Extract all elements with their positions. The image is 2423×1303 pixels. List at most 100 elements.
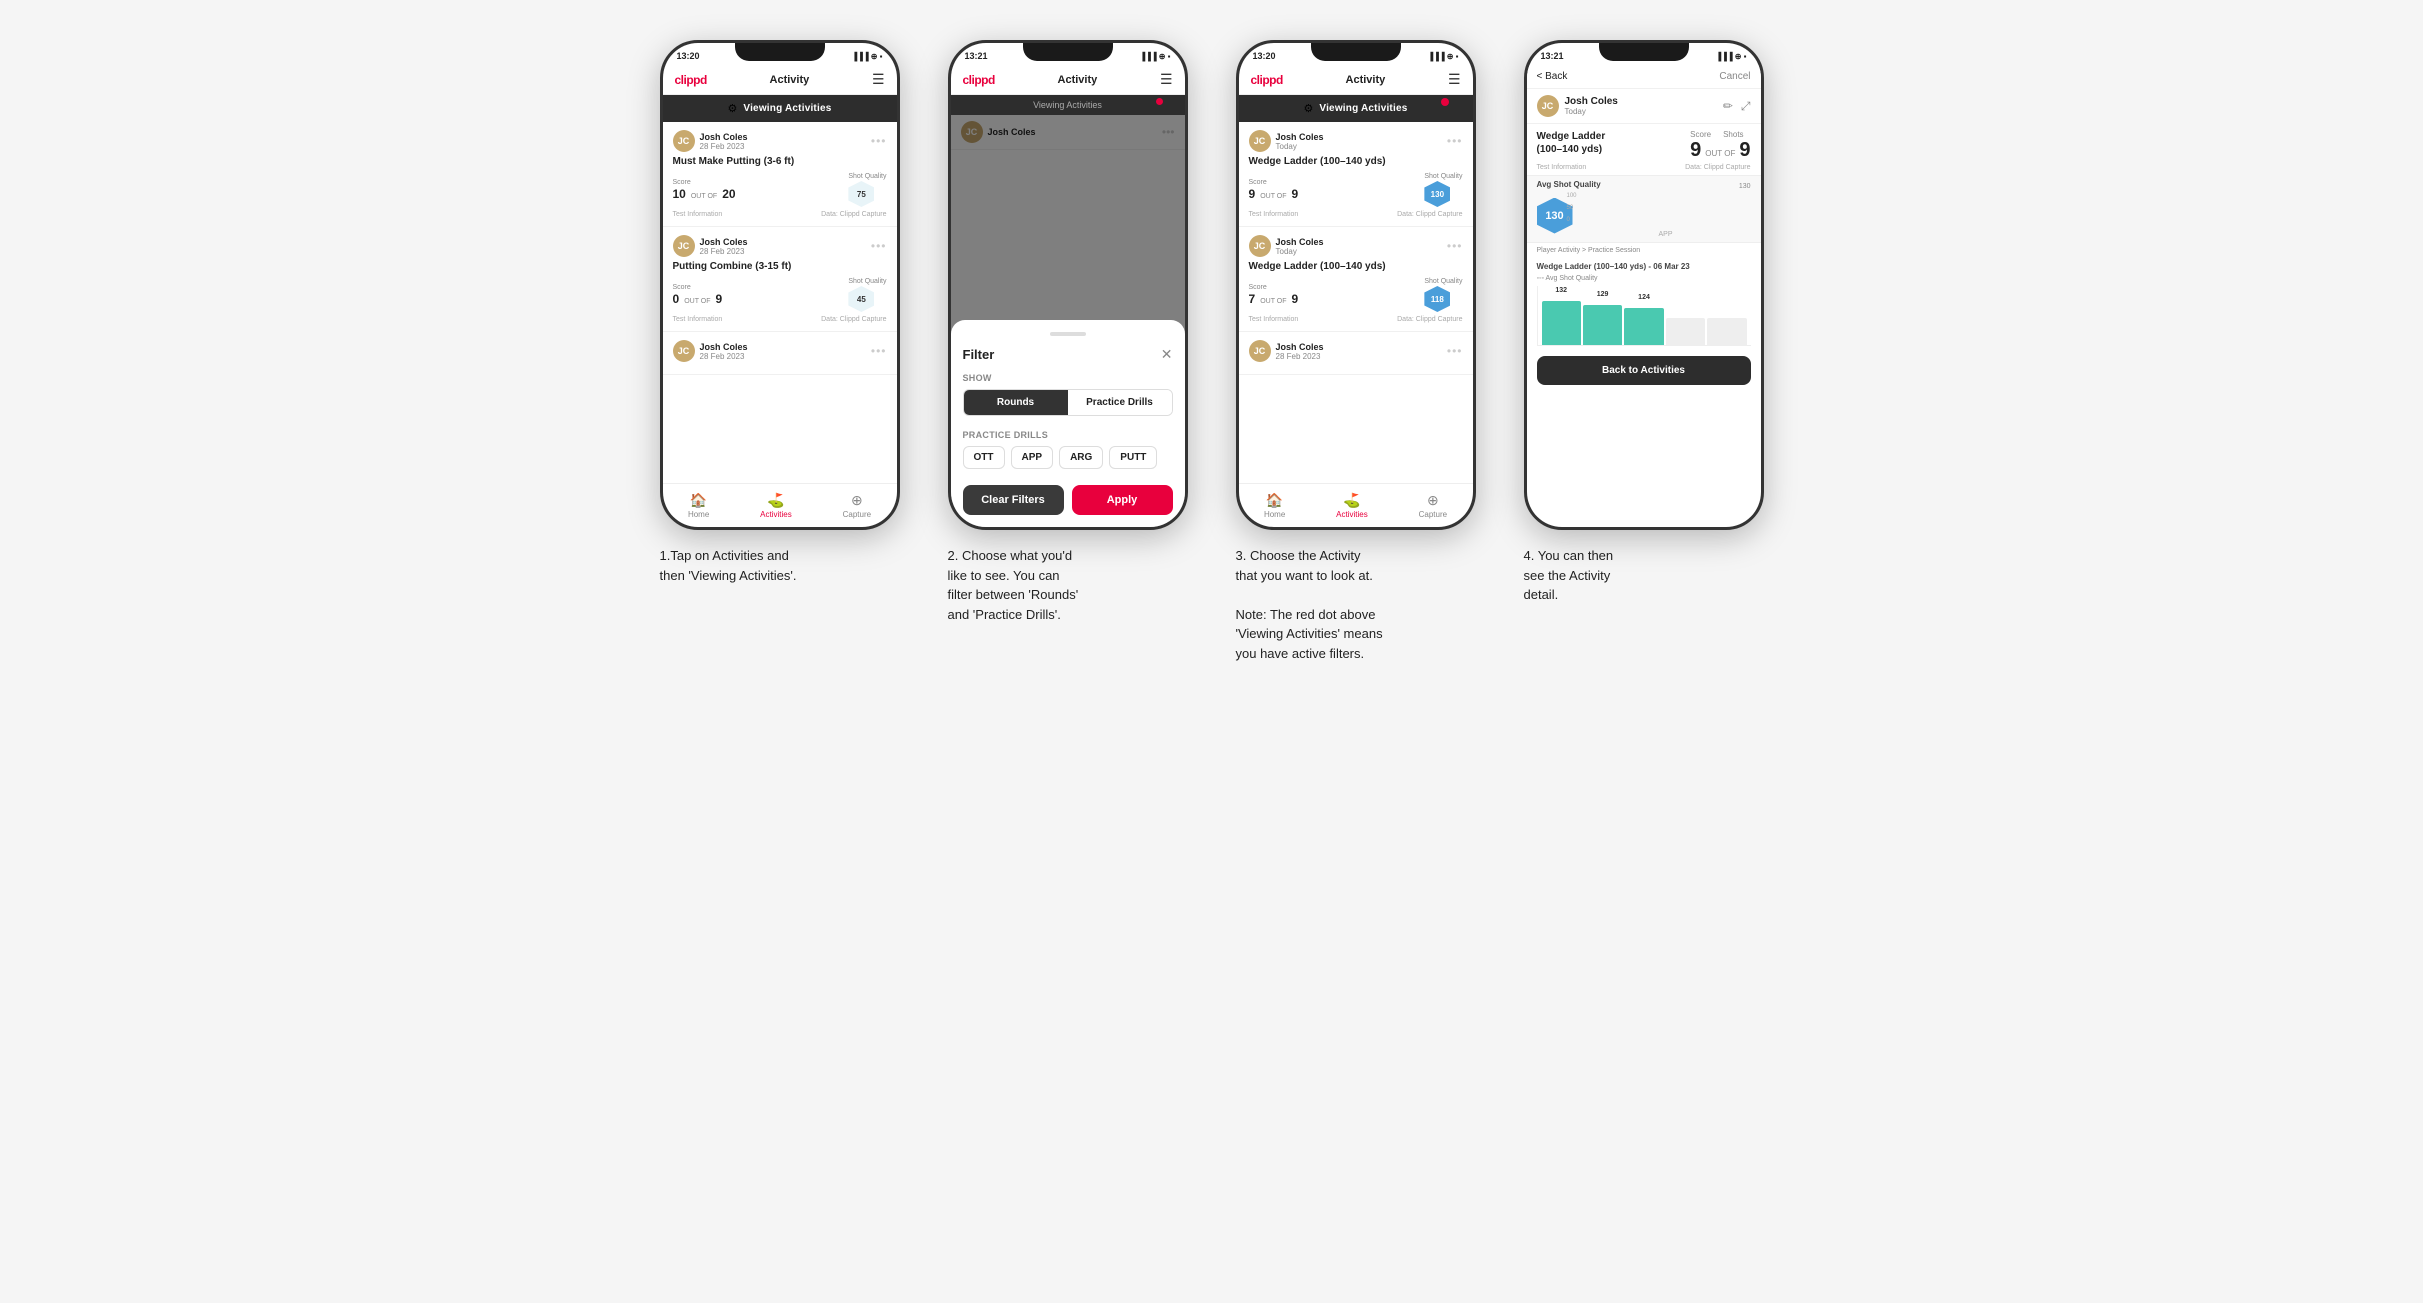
caption-3: 3. Choose the Activitythat you want to l… — [1236, 546, 1476, 663]
avatar-1-1: JC — [673, 130, 695, 152]
score-val-3-2: 7 — [1249, 292, 1256, 306]
detail-info-4: Test Information — [1537, 164, 1587, 171]
card-dots-1-3[interactable]: ••• — [871, 344, 887, 358]
folded-banner-2: Viewing Activities — [951, 95, 1185, 115]
expand-icon-4[interactable]: ⤢ — [1741, 99, 1751, 114]
chart-y-labels-4: 100500 — [1567, 193, 1577, 223]
detail-user-name-4: Josh Coles — [1565, 96, 1618, 107]
score-val-1-1: 10 — [673, 187, 686, 201]
bar-3-4: 124 — [1624, 308, 1663, 345]
folded-text-2: Viewing Activities — [1033, 100, 1102, 110]
toggle-drills-2[interactable]: Practice Drills — [1068, 390, 1172, 415]
filter-header-2: Filter ✕ — [963, 346, 1173, 363]
edit-icon-4[interactable]: ✏ — [1723, 99, 1733, 114]
card-1-1[interactable]: JC Josh Coles 28 Feb 2023 ••• Must Make … — [663, 122, 897, 227]
user-name-3-3: Josh Coles — [1276, 342, 1324, 352]
user-name-1-2: Josh Coles — [700, 237, 748, 247]
clear-filters-button-2[interactable]: Clear Filters — [963, 485, 1064, 515]
phone-col-3: 13:20 ▐▐▐ ⊕ ▪ clippd Activity ☰ ⚙ Viewin… — [1226, 40, 1486, 663]
bar-5-4 — [1707, 318, 1746, 346]
nav-home-3[interactable]: 🏠 Home — [1264, 492, 1285, 519]
status-time-1: 13:20 — [677, 51, 700, 61]
nav-home-1[interactable]: 🏠 Home — [688, 492, 709, 519]
detail-data-4: Data: Clippd Capture — [1685, 164, 1750, 171]
filter-sheet-2: Filter ✕ Show Rounds Practice Drills Pra… — [951, 320, 1185, 527]
card-header-3-1: JC Josh Coles Today ••• — [1249, 130, 1463, 152]
card-dots-1-2[interactable]: ••• — [871, 239, 887, 253]
nav-capture-3[interactable]: ⊕ Capture — [1419, 492, 1447, 519]
chip-arg-2[interactable]: ARG — [1059, 446, 1103, 469]
score-block-1-2: Score 0 OUT OF 9 — [673, 284, 723, 306]
card-info-3-1: Test Information — [1249, 211, 1299, 218]
card-3-3[interactable]: JC Josh Coles 28 Feb 2023 ••• — [1239, 332, 1473, 375]
filter-handle-2 — [1050, 332, 1086, 336]
menu-icon-3[interactable]: ☰ — [1448, 71, 1461, 88]
card-title-1-1: Must Make Putting (3-6 ft) — [673, 156, 887, 167]
phone-notch-1 — [735, 43, 825, 61]
capture-icon-3: ⊕ — [1427, 492, 1439, 509]
activities-icon-1: ⛳ — [767, 492, 784, 509]
nav-capture-1[interactable]: ⊕ Capture — [843, 492, 871, 519]
detail-score-row-4: 9 OUT OF 9 — [1690, 139, 1750, 162]
card-user-3-1: JC Josh Coles Today — [1249, 130, 1324, 152]
quality-badge-1-2: 45 — [848, 286, 874, 312]
card-1-2[interactable]: JC Josh Coles 28 Feb 2023 ••• Putting Co… — [663, 227, 897, 332]
quality-label-1-2: Shot Quality — [848, 278, 886, 285]
app-nav-1: clippd Activity ☰ — [663, 65, 897, 95]
nav-activities-1[interactable]: ⛳ Activities — [760, 492, 792, 519]
phone-2: 13:21 ▐▐▐ ⊕ ▪ clippd Activity ☰ Viewing … — [948, 40, 1188, 530]
detail-score-label-4: Score — [1690, 130, 1711, 139]
score-block-1-1: Score 10 OUT OF 20 — [673, 179, 736, 201]
detail-user-row-4: JC Josh Coles Today ✏ ⤢ — [1527, 89, 1761, 124]
card-3-1[interactable]: JC Josh Coles Today ••• Wedge Ladder (10… — [1239, 122, 1473, 227]
nav-title-1: Activity — [770, 74, 810, 86]
card-user-1-2: JC Josh Coles 28 Feb 2023 — [673, 235, 748, 257]
menu-icon-1[interactable]: ☰ — [872, 71, 885, 88]
bar-4-4 — [1666, 318, 1705, 346]
status-time-2: 13:21 — [965, 51, 988, 61]
card-info-1-2: Test Information — [673, 316, 723, 323]
card-dots-3-1[interactable]: ••• — [1447, 134, 1463, 148]
card-footer-1-2: Test Information Data: Clippd Capture — [673, 316, 887, 323]
viewing-banner-3[interactable]: ⚙ Viewing Activities — [1239, 95, 1473, 122]
card-dots-3-3[interactable]: ••• — [1447, 344, 1463, 358]
card-header-1-1: JC Josh Coles 28 Feb 2023 ••• — [673, 130, 887, 152]
card-header-3-2: JC Josh Coles Today ••• — [1249, 235, 1463, 257]
activity-list-1: JC Josh Coles 28 Feb 2023 ••• Must Make … — [663, 122, 897, 483]
bar-1-4: 132 — [1542, 301, 1581, 345]
back-to-activities-button-4[interactable]: Back to Activities — [1537, 356, 1751, 385]
avatar-1-2: JC — [673, 235, 695, 257]
chip-putt-2[interactable]: PUTT — [1109, 446, 1157, 469]
card-dots-3-2[interactable]: ••• — [1447, 239, 1463, 253]
card-user-1-3: JC Josh Coles 28 Feb 2023 — [673, 340, 748, 362]
phone-1: 13:20 ▐▐▐ ⊕ ▪ clippd Activity ☰ ⚙ Viewin… — [660, 40, 900, 530]
activities-icon-3: ⛳ — [1343, 492, 1360, 509]
card-user-3-2: JC Josh Coles Today — [1249, 235, 1324, 257]
nav-activities-label-1: Activities — [760, 510, 792, 519]
caption-1: 1.Tap on Activities andthen 'Viewing Act… — [660, 546, 900, 585]
chip-app-2[interactable]: APP — [1011, 446, 1054, 469]
avatar-3-1: JC — [1249, 130, 1271, 152]
cancel-button-4[interactable]: Cancel — [1719, 71, 1750, 82]
chip-ott-2[interactable]: OTT — [963, 446, 1005, 469]
nav-activities-3[interactable]: ⛳ Activities — [1336, 492, 1368, 519]
menu-icon-2[interactable]: ☰ — [1160, 71, 1173, 88]
viewing-text-3: Viewing Activities — [1319, 103, 1407, 114]
card-3-2[interactable]: JC Josh Coles Today ••• Wedge Ladder (10… — [1239, 227, 1473, 332]
card-1-3[interactable]: JC Josh Coles 28 Feb 2023 ••• — [663, 332, 897, 375]
phone-4: 13:21 ▐▐▐ ⊕ ▪ < Back Cancel JC Josh Cole… — [1524, 40, 1764, 530]
user-name-1-1: Josh Coles — [700, 132, 748, 142]
apply-button-2[interactable]: Apply — [1072, 485, 1173, 515]
card-user-3-3: JC Josh Coles 28 Feb 2023 — [1249, 340, 1324, 362]
toggle-rounds-2[interactable]: Rounds — [964, 390, 1068, 415]
quality-badge-3-1: 130 — [1424, 181, 1450, 207]
detail-avatar-4: JC — [1537, 95, 1559, 117]
score-label-1-2: Score — [673, 284, 723, 291]
card-dots-1-1[interactable]: ••• — [871, 134, 887, 148]
viewing-banner-1[interactable]: ⚙ Viewing Activities — [663, 95, 897, 122]
back-button-4[interactable]: < Back — [1537, 71, 1568, 82]
nav-home-label-3: Home — [1264, 510, 1285, 519]
bottom-nav-3: 🏠 Home ⛳ Activities ⊕ Capture — [1239, 483, 1473, 527]
quality-block-1-1: Shot Quality 75 — [848, 173, 886, 207]
filter-close-2[interactable]: ✕ — [1161, 346, 1173, 363]
